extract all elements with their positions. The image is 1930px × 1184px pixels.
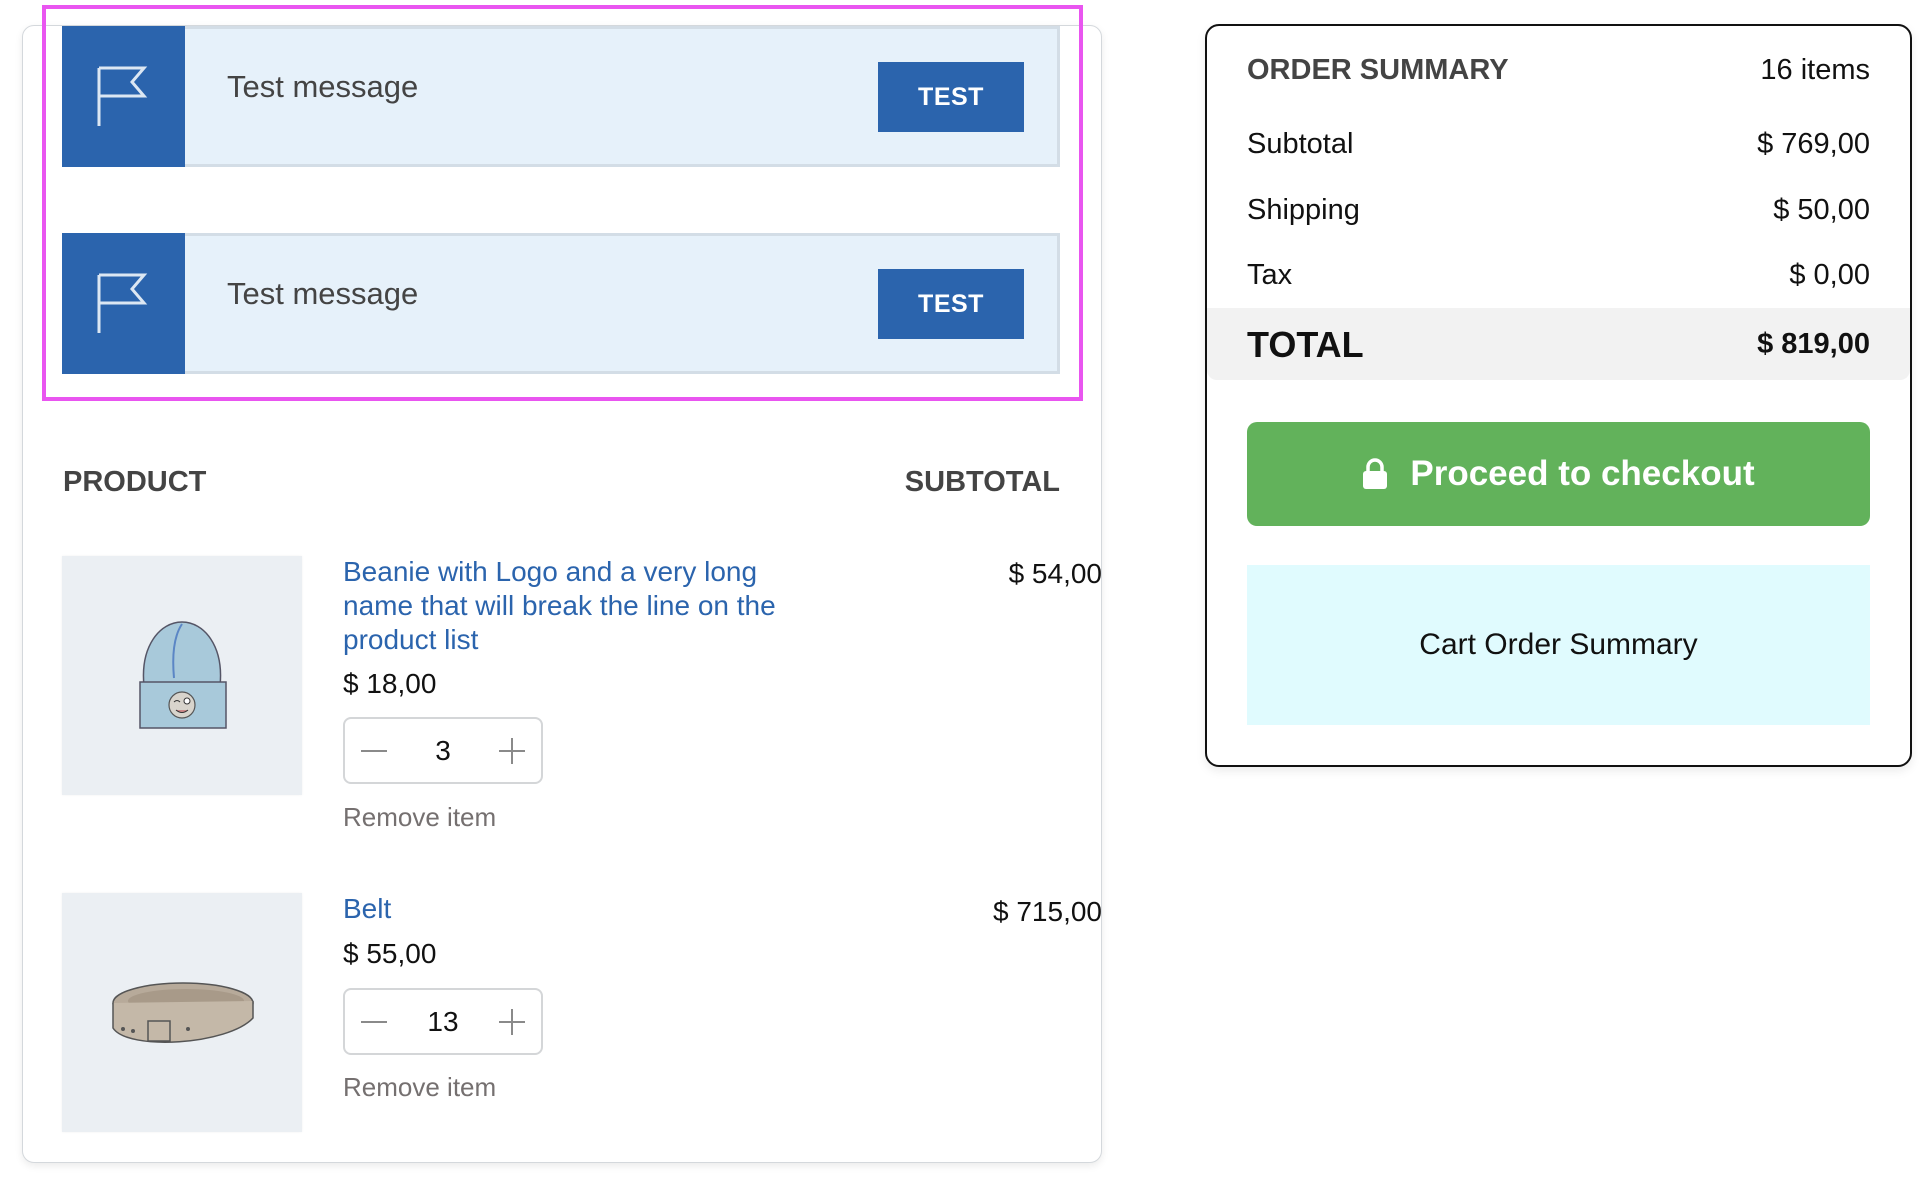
- item-subtotal: $ 54,00: [1008, 558, 1102, 589]
- lock-icon: [1363, 458, 1388, 489]
- decrease-quantity-button[interactable]: [359, 1007, 389, 1037]
- summary-row-tax: Tax $ 0,00: [1247, 259, 1870, 292]
- summary-label: Subtotal: [1247, 128, 1354, 160]
- quantity-stepper: 3: [343, 717, 543, 784]
- product-name-link[interactable]: Belt: [343, 892, 803, 926]
- decrease-quantity-button[interactable]: [359, 736, 389, 766]
- increase-quantity-button[interactable]: [497, 736, 527, 766]
- quantity-input[interactable]: 13: [427, 1006, 458, 1038]
- subtotal-column-header: SUBTOTAL: [904, 466, 1060, 498]
- summary-row-shipping: Shipping $ 50,00: [1247, 194, 1870, 227]
- summary-value: $ 769,00: [1757, 128, 1870, 160]
- checkout-label: Proceed to checkout: [1410, 454, 1755, 493]
- cart-order-summary-block: Cart Order Summary: [1247, 565, 1870, 725]
- summary-label: Tax: [1247, 259, 1293, 291]
- summary-row-subtotal: Subtotal $ 769,00: [1247, 128, 1870, 161]
- proceed-to-checkout-button[interactable]: Proceed to checkout: [1247, 422, 1870, 526]
- item-subtotal: $ 715,00: [993, 896, 1102, 927]
- total-value: $ 819,00: [1757, 328, 1870, 360]
- order-summary-card: ORDER SUMMARY 16 items Subtotal $ 769,00…: [1205, 24, 1912, 767]
- product-column-header: PRODUCT: [63, 466, 207, 498]
- remove-item-link[interactable]: Remove item: [343, 802, 496, 833]
- product-name-link[interactable]: Beanie with Logo and a very long name th…: [343, 555, 803, 657]
- summary-row-total: TOTAL $ 819,00: [1247, 324, 1870, 366]
- summary-value: $ 50,00: [1773, 194, 1870, 226]
- product-unit-price: $ 55,00: [343, 938, 437, 969]
- summary-label: Shipping: [1247, 194, 1360, 226]
- quantity-stepper: 13: [343, 988, 543, 1055]
- beanie-image[interactable]: [62, 556, 302, 795]
- increase-quantity-button[interactable]: [497, 1007, 527, 1037]
- item-count: 16 items: [1760, 54, 1870, 86]
- quantity-input[interactable]: 3: [435, 735, 451, 767]
- product-unit-price: $ 18,00: [343, 668, 437, 699]
- total-label: TOTAL: [1247, 324, 1364, 365]
- order-summary-title: ORDER SUMMARY: [1247, 54, 1509, 86]
- summary-value: $ 0,00: [1789, 259, 1870, 291]
- highlight-box: [42, 5, 1083, 401]
- belt-image[interactable]: [62, 893, 302, 1132]
- remove-item-link[interactable]: Remove item: [343, 1072, 496, 1103]
